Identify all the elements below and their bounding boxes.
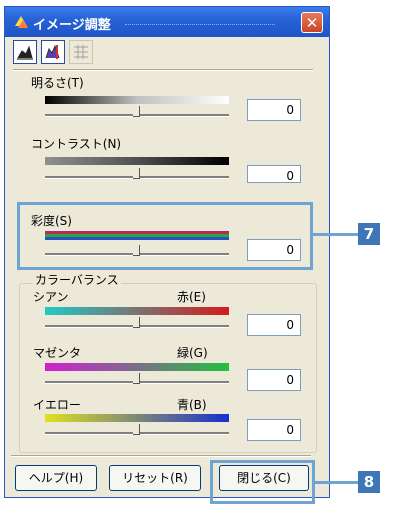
title-decoration [125,24,275,25]
grid-button[interactable] [69,40,93,64]
yellow-blue-slider-thumb[interactable] [133,424,140,435]
color-histogram-button[interactable] [41,40,65,64]
contrast-gradient [45,157,229,165]
color-histogram-icon [45,44,60,59]
histogram-button[interactable] [13,40,37,64]
blue-label: 青(B) [177,398,207,412]
red-label: 赤(E) [177,290,206,304]
cyan-label: シアン [33,290,69,304]
magenta-green-gradient [45,363,229,371]
cyan-red-gradient [45,307,229,315]
yellow-blue-gradient [45,414,229,422]
toolbar-separator [13,69,313,71]
color-balance-title: カラーバランス [33,271,121,288]
brightness-label: 明るさ(T) [31,76,84,90]
cyan-red-value-field[interactable]: 0 [247,314,301,336]
contrast-value-field[interactable]: 0 [247,165,301,183]
contrast-slider-thumb[interactable] [133,168,140,179]
app-icon [15,16,28,28]
saturation-highlight [17,202,313,270]
histogram-icon [17,45,33,60]
brightness-gradient [45,96,229,104]
window-title: イメージ調整 [33,18,111,33]
title-bar[interactable]: イメージ調整 ✕ [5,7,329,37]
yellow-label: イエロー [33,398,81,412]
help-button[interactable]: ヘルプ(H) [15,465,97,491]
callout-8: 8 [358,471,380,493]
green-label: 緑(G) [177,346,208,360]
contrast-label: コントラスト(N) [31,137,122,151]
saturation-callout-line [313,233,358,236]
callout-7: 7 [358,223,380,245]
close-window-button[interactable]: ✕ [301,12,323,33]
brightness-slider-thumb[interactable] [133,106,140,117]
grid-icon [74,45,88,59]
reset-button[interactable]: リセット(R) [109,465,201,491]
magenta-label: マゼンタ [33,346,82,360]
magenta-green-value-field[interactable]: 0 [247,369,301,391]
brightness-value-field[interactable]: 0 [247,99,301,121]
magenta-green-slider-thumb[interactable] [133,373,140,384]
close-callout-line [315,481,358,484]
close-button-highlight [210,460,315,504]
cyan-red-slider-thumb[interactable] [133,317,140,328]
yellow-blue-value-field[interactable]: 0 [247,419,301,441]
footer-separator [11,455,311,457]
